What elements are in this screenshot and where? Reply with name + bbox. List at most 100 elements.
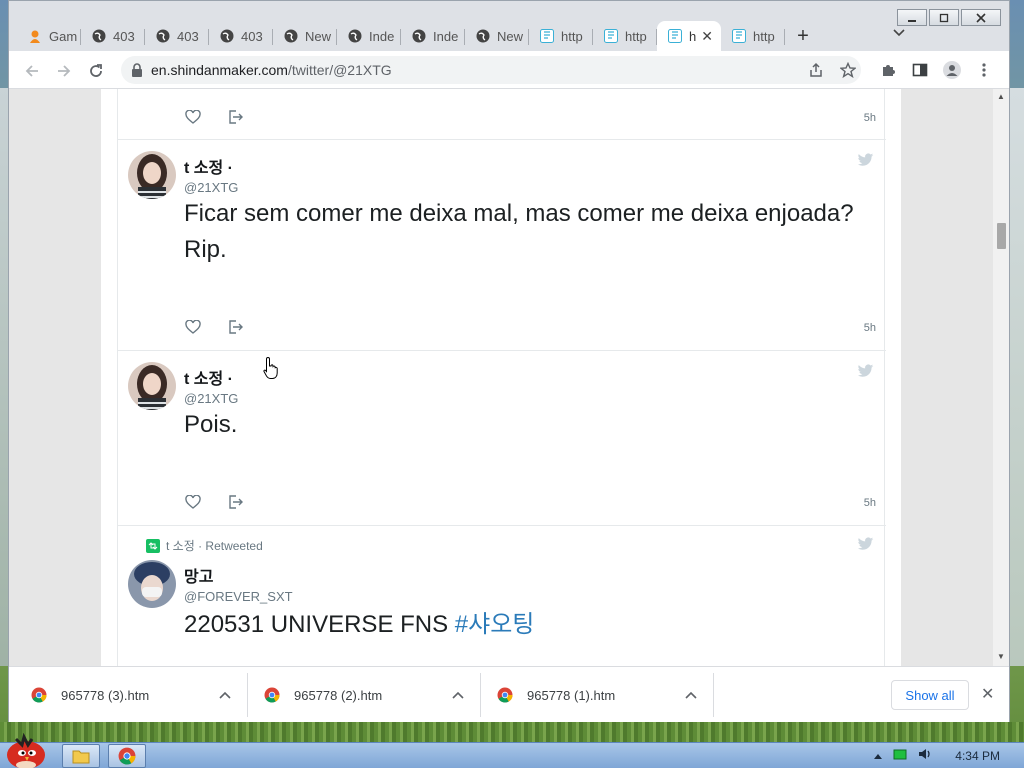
download-shelf: 965778 (3).htm 965778 (2).htm 965778 (1)…: [9, 666, 1009, 722]
tab-6[interactable]: Inde: [401, 21, 465, 51]
tab-label: New: [305, 28, 332, 44]
author-name[interactable]: t 소정 ·: [184, 154, 233, 178]
back-button[interactable]: [21, 60, 43, 82]
twitter-bird-icon[interactable]: [858, 364, 874, 378]
scroll-thumb[interactable]: [997, 223, 1006, 249]
author-name[interactable]: 망고: [184, 563, 213, 587]
side-panel-button[interactable]: [911, 61, 929, 79]
tweet[interactable]: t 소정 · @21XTG Pois. 5h: [118, 351, 886, 526]
author-handle[interactable]: @21XTG: [184, 180, 238, 195]
retweet-label: t 소정 · Retweeted: [166, 539, 263, 553]
tab-2[interactable]: 403: [145, 21, 209, 51]
profile-button[interactable]: [943, 61, 961, 79]
twitter-bird-icon[interactable]: [858, 537, 874, 551]
volume-icon[interactable]: [917, 747, 933, 764]
side-panel-icon: [912, 63, 928, 77]
tab-4[interactable]: New: [273, 21, 337, 51]
tab-8[interactable]: http: [529, 21, 593, 51]
battery-icon[interactable]: [893, 748, 907, 763]
download-item[interactable]: 965778 (1).htm: [480, 667, 713, 723]
avatar[interactable]: [128, 560, 176, 608]
chrome-icon: [31, 687, 47, 703]
share-tweet-button[interactable]: [226, 108, 244, 126]
author-name[interactable]: t 소정 ·: [184, 365, 233, 389]
tweet-retweet[interactable]: t 소정 · Retweeted 망고 @FOREVER_SXT 220531 …: [118, 526, 886, 666]
start-bird-icon[interactable]: [2, 733, 48, 768]
minimize-button[interactable]: [897, 9, 927, 26]
tweet-timestamp[interactable]: 5h: [864, 322, 876, 334]
chevron-up-icon[interactable]: [219, 688, 231, 702]
author-handle[interactable]: @FOREVER_SXT: [184, 589, 293, 604]
download-filename: 965778 (3).htm: [61, 687, 150, 703]
restore-button[interactable]: [929, 9, 959, 26]
globe-icon: [347, 28, 363, 44]
share-arrow-icon: [229, 110, 243, 124]
share-tweet-button[interactable]: [226, 493, 244, 511]
minimize-icon: [908, 19, 916, 22]
star-icon: [840, 62, 856, 78]
restore-icon: [939, 13, 949, 22]
close-shelf-icon[interactable]: ✕: [981, 684, 994, 704]
browser-window: Gam 403 403 403 New Inde Inde New http h…: [8, 0, 1010, 722]
tab-search-button[interactable]: [893, 25, 905, 40]
download-item[interactable]: 965778 (3).htm: [9, 667, 247, 723]
like-button[interactable]: [184, 318, 202, 336]
shelf-divider: [713, 673, 714, 717]
taskbar-chrome-button[interactable]: [108, 744, 146, 768]
heart-icon: [185, 320, 201, 334]
tray-expand-icon[interactable]: [873, 749, 883, 763]
forward-button[interactable]: [53, 60, 75, 82]
page-scrollbar[interactable]: ▲ ▼: [993, 89, 1009, 666]
lock-icon: [132, 63, 142, 77]
tab-7[interactable]: New: [465, 21, 529, 51]
new-tab-button[interactable]: +: [785, 21, 821, 51]
close-tab-icon[interactable]: ✕: [701, 28, 713, 45]
share-button[interactable]: [807, 61, 825, 79]
url-text: en.shindanmaker.com/twitter/@21XTG: [151, 62, 392, 78]
like-button[interactable]: [184, 493, 202, 511]
url-path: /twitter/@21XTG: [287, 62, 392, 78]
tab-3[interactable]: 403: [209, 21, 273, 51]
hashtag-link[interactable]: #샤오팅: [455, 611, 535, 638]
chevron-up-icon[interactable]: [685, 688, 697, 702]
share-tweet-button[interactable]: [226, 318, 244, 336]
chevron-up-icon[interactable]: [452, 688, 464, 702]
tab-label: Inde: [433, 28, 459, 44]
folder-icon: [72, 750, 90, 764]
tweet-partial[interactable]: 5h: [118, 89, 886, 140]
author-handle[interactable]: @21XTG: [184, 391, 238, 406]
tweet-timestamp[interactable]: 5h: [864, 497, 876, 509]
chrome-icon: [118, 747, 136, 765]
kebab-menu-icon: [982, 63, 986, 77]
globe-icon: [475, 28, 491, 44]
tab-strip: Gam 403 403 403 New Inde Inde New http h…: [17, 21, 821, 51]
tab-9[interactable]: http: [593, 21, 657, 51]
avatar[interactable]: [128, 151, 176, 199]
taskbar-clock[interactable]: 4:34 PM: [955, 749, 1000, 763]
tab-0[interactable]: Gam: [17, 21, 81, 51]
taskbar-explorer-button[interactable]: [62, 744, 100, 768]
tab-10-active[interactable]: h ✕: [657, 21, 721, 51]
avatar[interactable]: [128, 362, 176, 410]
tab-11[interactable]: http: [721, 21, 785, 51]
tab-label: Gam: [49, 28, 78, 44]
menu-button[interactable]: [975, 61, 993, 79]
show-all-downloads-button[interactable]: Show all: [891, 680, 969, 710]
tweet[interactable]: t 소정 · @21XTG Ficar sem comer me deixa m…: [118, 140, 886, 351]
close-window-button[interactable]: [961, 9, 1001, 26]
desktop-background-right: [1010, 88, 1024, 666]
bookmark-button[interactable]: [839, 61, 857, 79]
download-item[interactable]: 965778 (2).htm: [247, 667, 480, 723]
tweet-timestamp[interactable]: 5h: [864, 112, 876, 124]
address-bar[interactable]: en.shindanmaker.com/twitter/@21XTG: [121, 56, 861, 84]
reload-button[interactable]: [85, 60, 107, 82]
globe-icon: [155, 28, 171, 44]
twitter-bird-icon[interactable]: [858, 153, 874, 167]
tab-5[interactable]: Inde: [337, 21, 401, 51]
extensions-button[interactable]: [879, 61, 897, 79]
like-button[interactable]: [184, 108, 202, 126]
system-tray: 4:34 PM: [873, 747, 1014, 764]
scroll-up-icon[interactable]: ▲: [997, 92, 1005, 101]
scroll-down-icon[interactable]: ▼: [997, 652, 1005, 661]
tab-1[interactable]: 403: [81, 21, 145, 51]
